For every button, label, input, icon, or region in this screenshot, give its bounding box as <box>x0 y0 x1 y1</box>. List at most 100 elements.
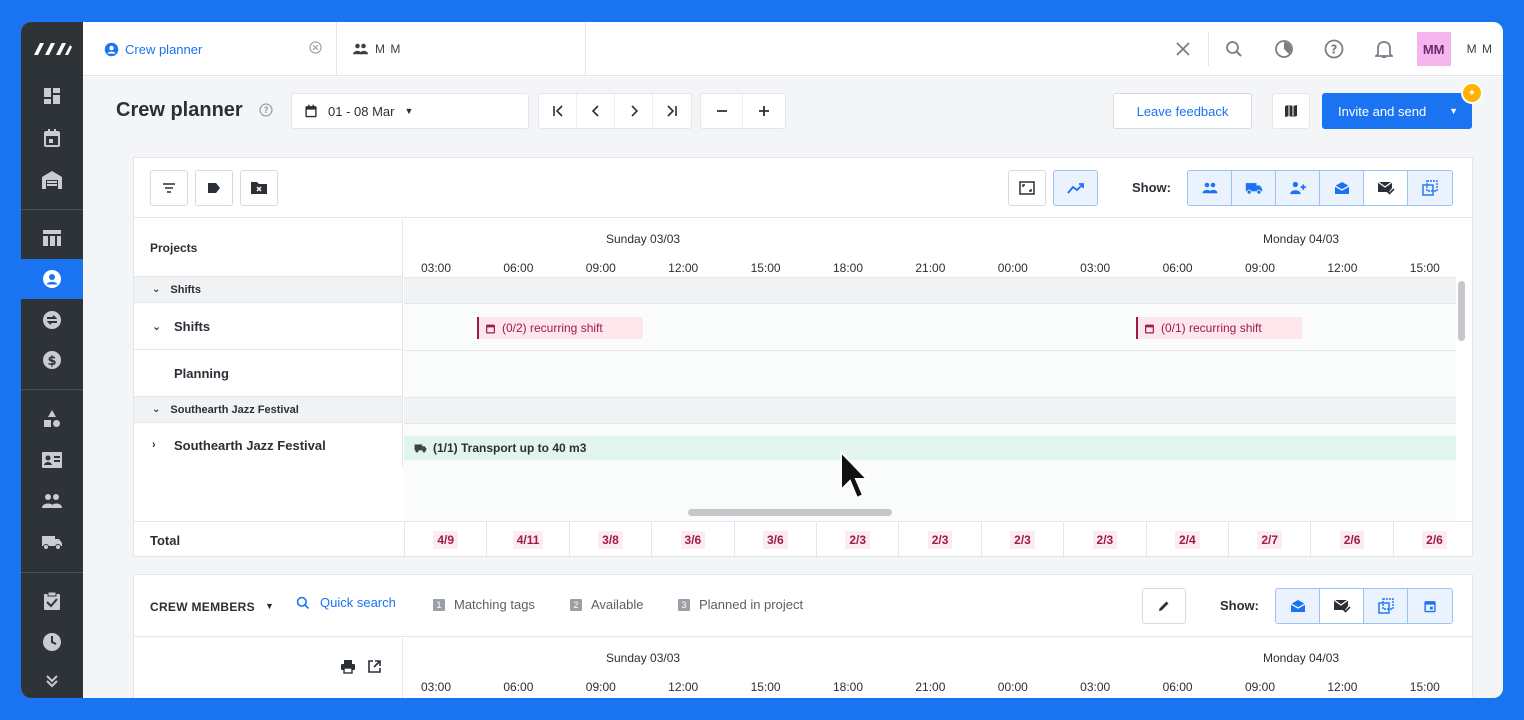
total-cell: 2/3 <box>980 522 1063 557</box>
zoom-in-button[interactable] <box>743 94 785 128</box>
show-mail-check-toggle[interactable] <box>1320 589 1364 623</box>
hour-label: 09:00 <box>1244 261 1276 275</box>
trend-view-button[interactable] <box>1053 170 1098 206</box>
tab-crew-planner[interactable]: Crew planner <box>83 22 337 76</box>
filter-planned-in-project[interactable]: 3 Planned in project <box>678 597 803 612</box>
project-row-jazz-festival[interactable]: › Southearth Jazz Festival <box>134 423 402 467</box>
next-period-button[interactable] <box>615 94 653 128</box>
group-row-shifts[interactable]: ⌄ Shifts <box>134 277 402 303</box>
tags-button[interactable] <box>195 170 233 206</box>
group-row-jazz-festival[interactable]: ⌄ Southearth Jazz Festival <box>134 397 402 423</box>
show-mail-check-toggle[interactable] <box>1364 171 1408 205</box>
filter-available[interactable]: 2 Available <box>570 597 644 612</box>
timeline-row[interactable] <box>404 351 1456 398</box>
print-icon[interactable] <box>340 659 356 674</box>
recurring-shift-bar[interactable]: (0/2) recurring shift <box>477 317 643 339</box>
truck-icon[interactable] <box>21 522 83 562</box>
table-icon[interactable] <box>21 218 83 258</box>
crew-planner-tab-icon <box>104 42 119 56</box>
recurring-shift-bar[interactable]: (0/1) recurring shift <box>1136 317 1302 339</box>
edit-button[interactable] <box>1142 588 1186 624</box>
dashboard-icon[interactable] <box>21 76 83 116</box>
expand-more-icon[interactable] <box>21 660 83 698</box>
chevron-down-icon[interactable]: ⌄ <box>152 284 160 295</box>
hour-label: 03:00 <box>1080 680 1111 694</box>
dollar-icon[interactable]: $ <box>21 340 83 380</box>
total-cell: 2/6 <box>1392 522 1475 557</box>
last-period-button[interactable] <box>653 94 691 128</box>
bell-icon[interactable] <box>1359 22 1409 76</box>
transport-bar[interactable]: (1/1) Transport up to 40 m3 <box>404 436 1456 460</box>
page-help-icon[interactable]: ? <box>259 103 273 117</box>
vertical-scrollbar[interactable] <box>1458 281 1465 341</box>
crew-members-dropdown[interactable]: CREW MEMBERS <box>150 600 255 614</box>
chevron-right-icon[interactable]: › <box>152 439 162 451</box>
contact-card-icon[interactable] <box>21 440 83 480</box>
total-cell: 2/7 <box>1228 522 1310 557</box>
caret-down-icon[interactable]: ▼ <box>1449 106 1458 116</box>
people-icon[interactable] <box>21 481 83 521</box>
invite-and-send-button[interactable]: Invite and send ▼ <box>1322 93 1472 129</box>
search-icon <box>296 596 310 609</box>
projects-column: Projects ⌄ Shifts ⌄ Shifts Planning ⌄ South… <box>134 219 403 467</box>
date-range-picker[interactable]: 01 - 08 Mar ▼ <box>291 93 529 129</box>
chevron-down-icon[interactable]: ⌄ <box>152 404 160 415</box>
clock-icon[interactable] <box>21 622 83 662</box>
crew-planner-icon[interactable] <box>21 259 83 299</box>
previous-period-button[interactable] <box>577 94 615 128</box>
tab-user[interactable]: M M <box>338 22 586 76</box>
total-cell: 3/6 <box>733 522 816 557</box>
caret-down-icon[interactable]: ▼ <box>265 601 274 611</box>
show-mail-toggle[interactable] <box>1320 171 1364 205</box>
truck-icon <box>1245 183 1262 195</box>
chevron-down-icon[interactable]: ⌄ <box>152 320 162 333</box>
leave-feedback-button[interactable]: Leave feedback <box>1113 93 1252 129</box>
row-label: Southearth Jazz Festival <box>174 437 326 453</box>
filter-button[interactable] <box>150 170 188 206</box>
project-row-shifts[interactable]: ⌄ Shifts <box>134 303 402 350</box>
show-crew-toggle[interactable] <box>1188 171 1232 205</box>
calendar-icon[interactable] <box>21 118 83 158</box>
user-name[interactable]: M M <box>1467 42 1493 56</box>
map-button[interactable] <box>1272 93 1310 129</box>
show-add-person-toggle[interactable] <box>1276 171 1320 205</box>
invite-label: Invite and send <box>1338 103 1427 119</box>
show-layers-toggle[interactable] <box>1364 589 1408 623</box>
transfer-icon[interactable] <box>21 300 83 340</box>
close-icon[interactable] <box>1158 22 1208 76</box>
tag-icon <box>208 183 220 193</box>
quick-search-button[interactable]: Quick search <box>296 595 396 610</box>
help-icon[interactable]: ? <box>1309 22 1359 76</box>
show-calendar-toggle[interactable] <box>1408 589 1452 623</box>
fit-screen-button[interactable] <box>1008 170 1046 206</box>
show-layers-toggle[interactable] <box>1408 171 1452 205</box>
total-value: 3/6 <box>762 530 788 549</box>
app-logo[interactable] <box>21 22 83 76</box>
clipboard-check-icon[interactable] <box>21 581 83 621</box>
show-mail-toggle[interactable] <box>1276 589 1320 623</box>
svg-text:?: ? <box>264 105 269 115</box>
quick-search-label: Quick search <box>320 595 396 610</box>
zoom-out-button[interactable] <box>701 94 743 128</box>
folder-close-button[interactable] <box>240 170 278 206</box>
filter-matching-tags[interactable]: 1 Matching tags <box>433 597 535 612</box>
shapes-icon[interactable] <box>21 399 83 439</box>
project-row-planning[interactable]: Planning <box>134 350 402 397</box>
people-tab-icon <box>353 43 368 55</box>
avatar[interactable]: MM <box>1416 32 1451 66</box>
horizontal-scrollbar[interactable] <box>688 509 892 516</box>
total-value: 3/8 <box>598 530 623 549</box>
hour-label: 18:00 <box>832 261 864 275</box>
total-label: Total <box>150 533 181 548</box>
show-transport-toggle[interactable] <box>1232 171 1276 205</box>
first-period-button[interactable] <box>539 94 577 128</box>
total-cell: 2/4 <box>1145 522 1228 557</box>
timer-icon[interactable] <box>1259 22 1309 76</box>
svg-text:?: ? <box>1330 43 1337 57</box>
day-label: Sunday 03/03 <box>606 651 681 665</box>
search-icon[interactable] <box>1209 22 1259 76</box>
close-tab-icon[interactable] <box>309 41 322 54</box>
open-external-icon[interactable] <box>367 659 382 674</box>
crew-show-toggle-group <box>1275 588 1453 624</box>
warehouse-icon[interactable] <box>21 160 83 200</box>
